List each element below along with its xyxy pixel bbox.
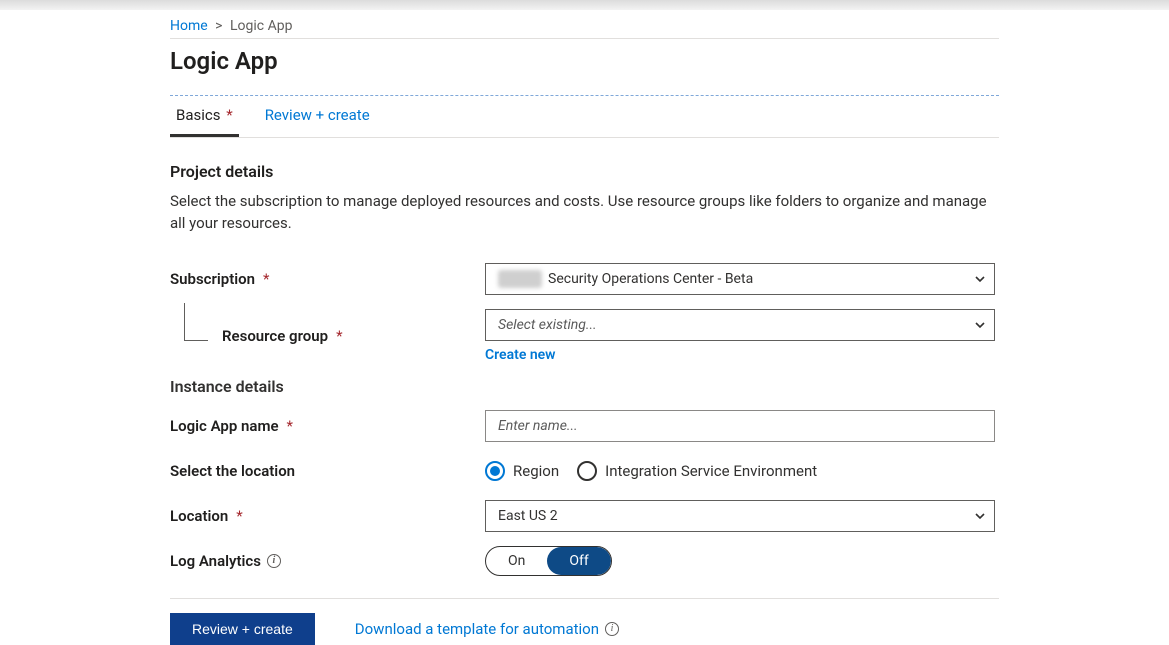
info-icon[interactable]: i: [267, 554, 281, 568]
toggle-off[interactable]: Off: [547, 547, 610, 575]
subscription-select[interactable]: Security Operations Center - Beta: [485, 263, 995, 295]
required-indicator: *: [223, 106, 233, 124]
label-select-location-text: Select the location: [170, 462, 295, 480]
section-heading-instance-details: Instance details: [170, 377, 999, 396]
redacted-icon: [498, 270, 542, 288]
field-subscription: Security Operations Center - Beta: [485, 263, 995, 295]
label-select-location: Select the location: [170, 462, 485, 480]
label-location: Location *: [170, 507, 485, 525]
label-log-analytics: Log Analytics i: [170, 552, 485, 570]
tabs: Basics * Review + create: [170, 95, 999, 138]
radio-selected-icon: [485, 461, 505, 481]
page: Home > Logic App Logic App Basics * Revi…: [0, 0, 1169, 645]
resource-group-select[interactable]: Select existing...: [485, 309, 995, 341]
field-select-location: Region Integration Service Environment: [485, 461, 995, 481]
radio-ise-label: Integration Service Environment: [605, 462, 817, 480]
breadcrumb-separator-icon: >: [215, 18, 222, 34]
location-value: East US 2: [498, 508, 558, 524]
row-resource-group: Resource group * Select existing... Creat…: [170, 309, 999, 363]
required-indicator: *: [287, 417, 293, 435]
page-title: Logic App: [170, 47, 999, 75]
chevron-down-icon: [974, 273, 986, 285]
row-logic-app-name: Logic App name * Enter name...: [170, 410, 999, 442]
toggle-on[interactable]: On: [486, 547, 547, 575]
label-subscription-text: Subscription: [170, 270, 255, 288]
required-indicator: *: [263, 270, 269, 288]
label-resource-group: Resource group *: [170, 327, 485, 345]
review-create-button[interactable]: Review + create: [170, 613, 315, 645]
field-log-analytics: On Off: [485, 546, 995, 576]
label-location-text: Location: [170, 507, 228, 525]
breadcrumb: Home > Logic App: [170, 10, 999, 38]
info-icon[interactable]: i: [605, 622, 619, 636]
chevron-down-icon: [974, 319, 986, 331]
footer-bar: Review + create Download a template for …: [170, 598, 999, 645]
label-logic-app-name-text: Logic App name: [170, 417, 279, 435]
chevron-down-icon: [974, 510, 986, 522]
resource-group-placeholder: Select existing...: [498, 317, 597, 333]
tree-connector-icon: [184, 303, 208, 341]
subscription-value: Security Operations Center - Beta: [548, 271, 753, 287]
create-new-link[interactable]: Create new: [485, 347, 556, 363]
field-location: East US 2: [485, 500, 995, 532]
field-resource-group: Select existing... Create new: [485, 309, 995, 363]
radio-unselected-icon: [577, 461, 597, 481]
label-resource-group-text: Resource group: [222, 327, 328, 345]
tab-review-create[interactable]: Review + create: [259, 96, 376, 137]
download-template-link[interactable]: Download a template for automation i: [355, 620, 619, 638]
label-subscription: Subscription *: [170, 270, 485, 288]
label-logic-app-name: Logic App name *: [170, 417, 485, 435]
content: Home > Logic App Logic App Basics * Revi…: [0, 10, 1169, 645]
window-topbar: [0, 0, 1169, 10]
tab-basics[interactable]: Basics *: [170, 96, 239, 137]
label-log-analytics-text: Log Analytics: [170, 552, 261, 570]
breadcrumb-home-link[interactable]: Home: [170, 18, 208, 34]
row-location: Location * East US 2: [170, 500, 999, 532]
divider: [170, 38, 999, 39]
row-subscription: Subscription * Security Operations Center…: [170, 263, 999, 295]
radio-region[interactable]: Region: [485, 461, 559, 481]
breadcrumb-current: Logic App: [230, 18, 292, 34]
section-description-project-details: Select the subscription to manage deploy…: [170, 191, 999, 235]
logic-app-name-input[interactable]: Enter name...: [485, 410, 995, 442]
download-template-text: Download a template for automation: [355, 620, 599, 638]
required-indicator: *: [236, 507, 242, 525]
required-indicator: *: [336, 327, 342, 345]
tab-basics-label: Basics: [176, 106, 221, 124]
log-analytics-toggle[interactable]: On Off: [485, 546, 612, 576]
row-select-location: Select the location Region Integration S…: [170, 456, 999, 486]
radio-ise[interactable]: Integration Service Environment: [577, 461, 817, 481]
row-log-analytics: Log Analytics i On Off: [170, 546, 999, 576]
logic-app-name-placeholder: Enter name...: [498, 418, 578, 434]
section-heading-project-details: Project details: [170, 162, 999, 181]
location-select[interactable]: East US 2: [485, 500, 995, 532]
radio-region-label: Region: [513, 462, 559, 480]
field-logic-app-name: Enter name...: [485, 410, 995, 442]
